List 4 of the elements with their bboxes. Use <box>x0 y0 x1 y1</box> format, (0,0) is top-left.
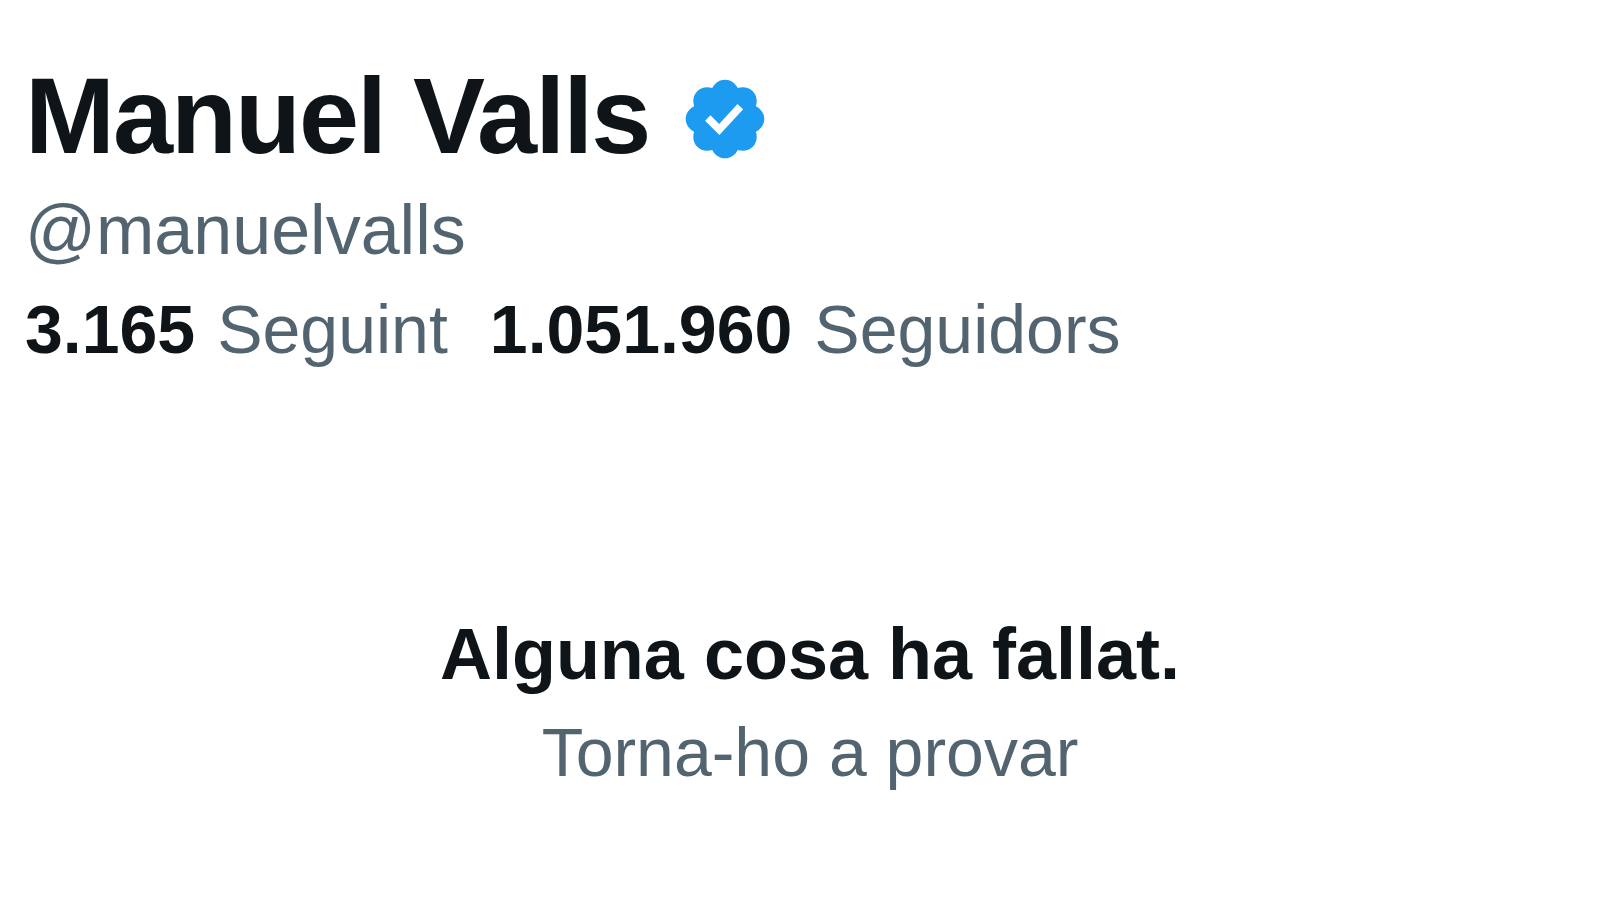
stat-count[interactable]: 1.051.960 <box>489 295 793 363</box>
profile-handle: @manuelvalls <box>25 195 467 265</box>
profile-name: Manuel Valls <box>25 61 650 170</box>
stat-count[interactable]: 3.165 <box>25 295 196 363</box>
